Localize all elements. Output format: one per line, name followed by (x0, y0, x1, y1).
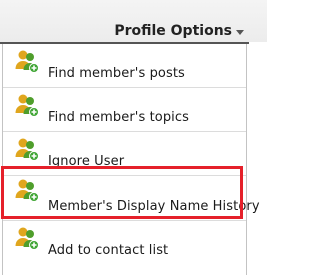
caret-down-icon (236, 29, 244, 35)
menu-item-label: Add to contact list (48, 243, 169, 258)
users-icon (15, 138, 39, 161)
highlight-box (1, 166, 243, 219)
menu-item-label: Find member's posts (48, 66, 185, 81)
profile-options-button[interactable]: Profile Options (114, 22, 244, 40)
users-icon (15, 227, 39, 250)
menu-item-add-contact[interactable]: Add to contact list (3, 221, 246, 264)
menu-item-label: Find member's topics (48, 110, 190, 125)
menu-item-find-posts[interactable]: Find member's posts (3, 44, 246, 87)
profile-options-menu: Find member's posts Find member's topics… (2, 44, 260, 275)
menu-item-find-topics[interactable]: Find member's topics (3, 88, 246, 131)
users-icon (15, 50, 39, 73)
users-icon (15, 94, 39, 117)
profile-options-label: Profile Options (114, 23, 232, 39)
